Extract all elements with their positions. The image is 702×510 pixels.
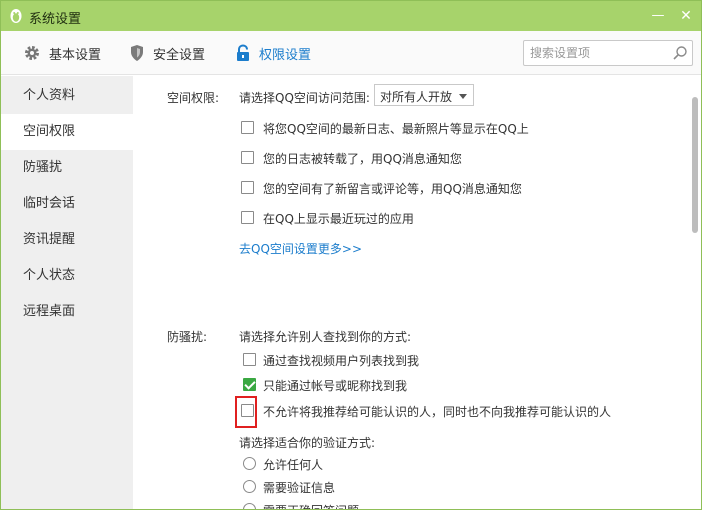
qq-penguin-icon <box>10 9 22 23</box>
sidebar-item-space-permission[interactable]: 空间权限 <box>1 114 133 150</box>
gear-icon <box>25 46 39 60</box>
chevron-down-icon <box>459 94 467 99</box>
space-option-label-2: 您的日志被转载了，用QQ消息通知您 <box>263 152 462 166</box>
verify-option-label-2: 需要验证信息 <box>263 481 336 495</box>
space-more-settings-link[interactable]: 去QQ空间设置更多>> <box>239 240 362 257</box>
tab-security-settings[interactable]: 安全设置 <box>129 43 205 63</box>
window-title: 系统设置 <box>29 12 82 27</box>
find-option-label-1: 通过查找视频用户列表找到我 <box>263 354 420 368</box>
sidebar: 个人资料 空间权限 防骚扰 临时会话 资讯提醒 个人状态 远程桌面 <box>1 76 133 509</box>
tab-basic-settings-label: 基本设置 <box>49 47 102 63</box>
verify-option-radio-3[interactable] <box>243 503 256 509</box>
find-option-checkbox-1[interactable] <box>243 353 256 366</box>
space-option-checkbox-3[interactable] <box>241 181 254 194</box>
space-range-label: 请选择QQ空间访问范围: <box>239 91 370 105</box>
sidebar-item-remote-desktop[interactable]: 远程桌面 <box>1 294 133 330</box>
shield-icon <box>131 45 143 61</box>
sidebar-item-temp-session[interactable]: 临时会话 <box>1 186 133 222</box>
verify-option-label-1: 允许任何人 <box>263 458 324 472</box>
find-option-label-2: 只能通过帐号或昵称找到我 <box>263 379 408 393</box>
anti-harassment-label: 防骚扰: <box>167 330 208 344</box>
content-scrollbar-thumb[interactable] <box>692 97 698 233</box>
sidebar-item-news-reminder[interactable]: 资讯提醒 <box>1 222 133 258</box>
space-permission-label: 空间权限: <box>167 91 220 105</box>
lock-icon <box>237 44 249 61</box>
find-method-label: 请选择允许别人查找到你的方式: <box>239 330 412 344</box>
highlight-annotation-box <box>235 396 257 428</box>
sidebar-item-personal-status[interactable]: 个人状态 <box>1 258 133 294</box>
settings-content: 空间权限: 请选择QQ空间访问范围: 对所有人开放 将您QQ空间的最新日志、最新… <box>133 76 701 509</box>
verify-method-label: 请选择适合你的验证方式: <box>239 436 376 450</box>
tab-basic-settings[interactable]: 基本设置 <box>23 43 101 63</box>
space-range-select[interactable]: 对所有人开放 <box>374 84 474 106</box>
search-box <box>523 40 693 66</box>
space-range-value: 对所有人开放 <box>380 90 453 104</box>
settings-window: 系统设置 — ✕ 基本设置 安全设置 权限设置 搜索设置项 个人资料 空间权限 … <box>0 0 702 510</box>
space-option-checkbox-4[interactable] <box>241 211 254 224</box>
find-option-checkbox-2[interactable] <box>243 378 256 391</box>
space-option-label-4: 在QQ上显示最近玩过的应用 <box>263 212 414 226</box>
search-input[interactable] <box>530 44 666 62</box>
minimize-button[interactable]: — <box>647 6 669 26</box>
sidebar-item-anti-harassment[interactable]: 防骚扰 <box>1 150 133 186</box>
space-option-label-1: 将您QQ空间的最新日志、最新照片等显示在QQ上 <box>263 122 529 136</box>
title-bar: 系统设置 — ✕ <box>1 1 701 31</box>
space-option-label-3: 您的空间有了新留言或评论等，用QQ消息通知您 <box>263 182 522 196</box>
close-button[interactable]: ✕ <box>675 6 697 26</box>
tab-permission-settings[interactable]: 权限设置 <box>235 43 311 63</box>
space-option-checkbox-1[interactable] <box>241 121 254 134</box>
space-option-checkbox-2[interactable] <box>241 151 254 164</box>
sidebar-item-profile[interactable]: 个人资料 <box>1 78 133 114</box>
verify-option-radio-2[interactable] <box>243 480 256 493</box>
verify-option-label-3: 需要正确回答问题 <box>263 502 359 509</box>
tab-permission-settings-label: 权限设置 <box>259 47 312 63</box>
search-icon[interactable] <box>672 45 688 61</box>
verify-option-radio-1[interactable] <box>243 457 256 470</box>
settings-toolbar: 基本设置 安全设置 权限设置 <box>1 31 701 75</box>
find-option-label-3: 不允许将我推荐给可能认识的人，同时也不向我推荐可能认识的人 <box>263 405 612 419</box>
tab-security-settings-label: 安全设置 <box>153 47 206 63</box>
